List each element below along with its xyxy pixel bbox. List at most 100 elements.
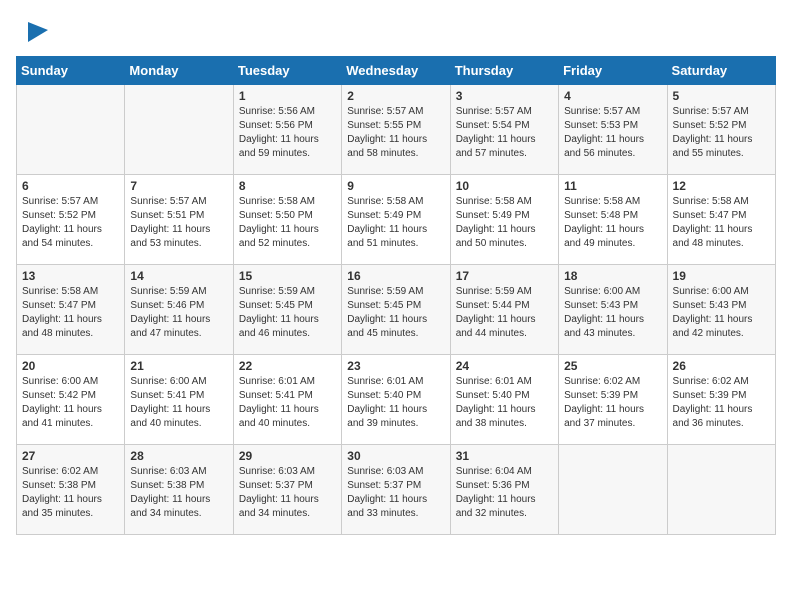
weekday-header: Tuesday xyxy=(233,57,341,85)
day-info: Sunrise: 5:58 AM Sunset: 5:49 PM Dayligh… xyxy=(456,195,553,251)
day-number: 18 xyxy=(564,269,661,283)
day-number: 25 xyxy=(564,359,661,373)
calendar-cell: 21 Sunrise: 6:00 AM Sunset: 5:41 PM Dayli… xyxy=(125,355,233,445)
day-number: 11 xyxy=(564,179,661,193)
day-number: 14 xyxy=(130,269,227,283)
day-info: Sunrise: 5:58 AM Sunset: 5:48 PM Dayligh… xyxy=(564,195,661,251)
day-number: 28 xyxy=(130,449,227,463)
calendar-cell: 14 Sunrise: 5:59 AM Sunset: 5:46 PM Dayli… xyxy=(125,265,233,355)
calendar-week-row: 1 Sunrise: 5:56 AM Sunset: 5:56 PM Daylig… xyxy=(17,85,776,175)
day-info: Sunrise: 5:59 AM Sunset: 5:46 PM Dayligh… xyxy=(130,285,227,341)
day-number: 23 xyxy=(347,359,444,373)
day-number: 3 xyxy=(456,89,553,103)
day-number: 13 xyxy=(22,269,119,283)
day-info: Sunrise: 6:00 AM Sunset: 5:42 PM Dayligh… xyxy=(22,375,119,431)
page-header xyxy=(16,16,776,46)
day-info: Sunrise: 5:57 AM Sunset: 5:51 PM Dayligh… xyxy=(130,195,227,251)
day-info: Sunrise: 6:02 AM Sunset: 5:38 PM Dayligh… xyxy=(22,465,119,521)
weekday-header: Friday xyxy=(559,57,667,85)
day-number: 1 xyxy=(239,89,336,103)
day-number: 9 xyxy=(347,179,444,193)
day-number: 21 xyxy=(130,359,227,373)
calendar-cell: 11 Sunrise: 5:58 AM Sunset: 5:48 PM Dayli… xyxy=(559,175,667,265)
day-number: 29 xyxy=(239,449,336,463)
day-number: 10 xyxy=(456,179,553,193)
calendar-cell: 24 Sunrise: 6:01 AM Sunset: 5:40 PM Dayli… xyxy=(450,355,558,445)
calendar-cell: 29 Sunrise: 6:03 AM Sunset: 5:37 PM Dayli… xyxy=(233,445,341,535)
day-number: 2 xyxy=(347,89,444,103)
day-number: 27 xyxy=(22,449,119,463)
calendar-cell: 12Sunrise: 5:58 AM Sunset: 5:47 PM Dayli… xyxy=(667,175,775,265)
day-info: Sunrise: 6:00 AM Sunset: 5:43 PM Dayligh… xyxy=(673,285,770,341)
day-info: Sunrise: 6:03 AM Sunset: 5:37 PM Dayligh… xyxy=(239,465,336,521)
day-info: Sunrise: 6:03 AM Sunset: 5:37 PM Dayligh… xyxy=(347,465,444,521)
logo xyxy=(16,16,50,46)
day-number: 16 xyxy=(347,269,444,283)
day-number: 5 xyxy=(673,89,770,103)
calendar-cell: 31Sunrise: 6:04 AM Sunset: 5:36 PM Dayli… xyxy=(450,445,558,535)
day-number: 22 xyxy=(239,359,336,373)
calendar-week-row: 20 Sunrise: 6:00 AM Sunset: 5:42 PM Dayli… xyxy=(17,355,776,445)
day-info: Sunrise: 5:58 AM Sunset: 5:47 PM Dayligh… xyxy=(673,195,770,251)
day-info: Sunrise: 5:57 AM Sunset: 5:53 PM Dayligh… xyxy=(564,105,661,161)
weekday-header: Sunday xyxy=(17,57,125,85)
calendar-cell: 28 Sunrise: 6:03 AM Sunset: 5:38 PM Dayli… xyxy=(125,445,233,535)
day-info: Sunrise: 6:01 AM Sunset: 5:40 PM Dayligh… xyxy=(456,375,553,431)
day-number: 24 xyxy=(456,359,553,373)
calendar-cell: 22Sunrise: 6:01 AM Sunset: 5:41 PM Dayli… xyxy=(233,355,341,445)
day-info: Sunrise: 5:59 AM Sunset: 5:45 PM Dayligh… xyxy=(239,285,336,341)
calendar-cell: 20 Sunrise: 6:00 AM Sunset: 5:42 PM Dayli… xyxy=(17,355,125,445)
calendar-cell xyxy=(667,445,775,535)
day-info: Sunrise: 6:03 AM Sunset: 5:38 PM Dayligh… xyxy=(130,465,227,521)
calendar-cell: 25Sunrise: 6:02 AM Sunset: 5:39 PM Dayli… xyxy=(559,355,667,445)
day-number: 7 xyxy=(130,179,227,193)
calendar-cell: 17 Sunrise: 5:59 AM Sunset: 5:44 PM Dayli… xyxy=(450,265,558,355)
calendar-cell: 26 Sunrise: 6:02 AM Sunset: 5:39 PM Dayli… xyxy=(667,355,775,445)
calendar-table: SundayMondayTuesdayWednesdayThursdayFrid… xyxy=(16,56,776,535)
day-number: 6 xyxy=(22,179,119,193)
day-number: 8 xyxy=(239,179,336,193)
day-info: Sunrise: 6:02 AM Sunset: 5:39 PM Dayligh… xyxy=(673,375,770,431)
calendar-cell: 30Sunrise: 6:03 AM Sunset: 5:37 PM Dayli… xyxy=(342,445,450,535)
weekday-header: Thursday xyxy=(450,57,558,85)
calendar-cell: 4Sunrise: 5:57 AM Sunset: 5:53 PM Daylig… xyxy=(559,85,667,175)
day-info: Sunrise: 6:01 AM Sunset: 5:40 PM Dayligh… xyxy=(347,375,444,431)
calendar-cell: 6Sunrise: 5:57 AM Sunset: 5:52 PM Daylig… xyxy=(17,175,125,265)
day-number: 15 xyxy=(239,269,336,283)
calendar-cell: 10 Sunrise: 5:58 AM Sunset: 5:49 PM Dayli… xyxy=(450,175,558,265)
day-number: 31 xyxy=(456,449,553,463)
calendar-cell xyxy=(559,445,667,535)
calendar-cell: 3 Sunrise: 5:57 AM Sunset: 5:54 PM Daylig… xyxy=(450,85,558,175)
day-info: Sunrise: 5:58 AM Sunset: 5:47 PM Dayligh… xyxy=(22,285,119,341)
calendar-cell: 1 Sunrise: 5:56 AM Sunset: 5:56 PM Daylig… xyxy=(233,85,341,175)
day-info: Sunrise: 5:58 AM Sunset: 5:50 PM Dayligh… xyxy=(239,195,336,251)
logo-icon xyxy=(20,16,50,46)
calendar-week-row: 27 Sunrise: 6:02 AM Sunset: 5:38 PM Dayli… xyxy=(17,445,776,535)
day-info: Sunrise: 5:57 AM Sunset: 5:54 PM Dayligh… xyxy=(456,105,553,161)
day-number: 17 xyxy=(456,269,553,283)
day-info: Sunrise: 5:59 AM Sunset: 5:44 PM Dayligh… xyxy=(456,285,553,341)
weekday-header: Wednesday xyxy=(342,57,450,85)
day-info: Sunrise: 5:57 AM Sunset: 5:55 PM Dayligh… xyxy=(347,105,444,161)
calendar-cell: 5 Sunrise: 5:57 AM Sunset: 5:52 PM Daylig… xyxy=(667,85,775,175)
calendar-cell: 9Sunrise: 5:58 AM Sunset: 5:49 PM Daylig… xyxy=(342,175,450,265)
weekday-header: Saturday xyxy=(667,57,775,85)
day-number: 20 xyxy=(22,359,119,373)
day-number: 26 xyxy=(673,359,770,373)
day-info: Sunrise: 5:59 AM Sunset: 5:45 PM Dayligh… xyxy=(347,285,444,341)
calendar-week-row: 13 Sunrise: 5:58 AM Sunset: 5:47 PM Dayli… xyxy=(17,265,776,355)
calendar-cell: 13 Sunrise: 5:58 AM Sunset: 5:47 PM Dayli… xyxy=(17,265,125,355)
calendar-cell: 7 Sunrise: 5:57 AM Sunset: 5:51 PM Daylig… xyxy=(125,175,233,265)
calendar-week-row: 6Sunrise: 5:57 AM Sunset: 5:52 PM Daylig… xyxy=(17,175,776,265)
calendar-cell: 2 Sunrise: 5:57 AM Sunset: 5:55 PM Daylig… xyxy=(342,85,450,175)
calendar-cell: 18Sunrise: 6:00 AM Sunset: 5:43 PM Dayli… xyxy=(559,265,667,355)
calendar-cell: 8 Sunrise: 5:58 AM Sunset: 5:50 PM Daylig… xyxy=(233,175,341,265)
calendar-cell: 15 Sunrise: 5:59 AM Sunset: 5:45 PM Dayli… xyxy=(233,265,341,355)
day-info: Sunrise: 5:57 AM Sunset: 5:52 PM Dayligh… xyxy=(673,105,770,161)
calendar-cell: 16 Sunrise: 5:59 AM Sunset: 5:45 PM Dayli… xyxy=(342,265,450,355)
calendar-cell xyxy=(17,85,125,175)
weekday-header: Monday xyxy=(125,57,233,85)
calendar-cell: 19Sunrise: 6:00 AM Sunset: 5:43 PM Dayli… xyxy=(667,265,775,355)
day-info: Sunrise: 5:56 AM Sunset: 5:56 PM Dayligh… xyxy=(239,105,336,161)
day-info: Sunrise: 6:00 AM Sunset: 5:41 PM Dayligh… xyxy=(130,375,227,431)
